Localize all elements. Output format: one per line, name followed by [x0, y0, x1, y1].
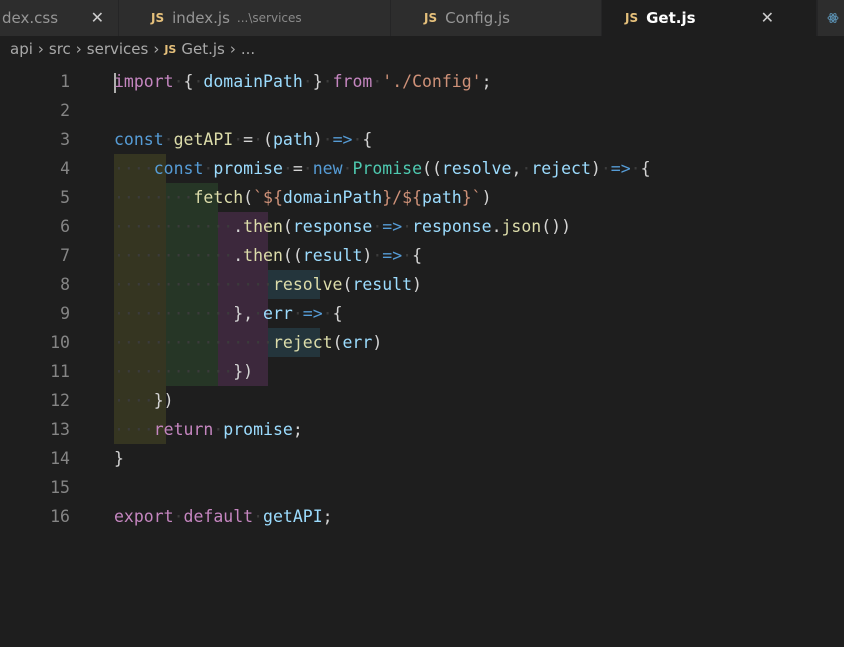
- react-icon: [827, 13, 839, 23]
- code-line: 1 import·{·domainPath·}·from·'./Config';: [0, 67, 844, 96]
- code-line: 3 const·getAPI·=·(path)·=>·{: [0, 125, 844, 154]
- tab-label: index.js: [172, 9, 230, 27]
- breadcrumb-item-file[interactable]: Get.js: [181, 40, 224, 58]
- chevron-right-icon: ›: [153, 40, 160, 58]
- line-number: 11: [50, 362, 70, 381]
- code-line: 6 ············.then(response·=>·response…: [0, 212, 844, 241]
- code-text: ················reject(err): [114, 333, 383, 352]
- code-text: ················resolve(result): [114, 275, 422, 294]
- code-line: 7 ············.then((result)·=>·{: [0, 241, 844, 270]
- breadcrumb: api › src › services › JS Get.js › ...: [0, 36, 844, 62]
- code-line: 10 ················reject(err): [0, 328, 844, 357]
- code-line: 12 ····}): [0, 386, 844, 415]
- chevron-right-icon: ›: [75, 40, 82, 58]
- code-text: import·{·domainPath·}·from·'./Config';: [114, 72, 492, 93]
- code-line: 2: [0, 96, 844, 125]
- code-line: 9 ············},·err·=>·{: [0, 299, 844, 328]
- close-icon[interactable]: ✕: [91, 8, 104, 27]
- code-line: 8 ················resolve(result): [0, 270, 844, 299]
- code-text: ············.then(response·=>·response.j…: [114, 217, 572, 236]
- code-text: ············}): [114, 362, 254, 381]
- code-text: ····return·promise;: [114, 420, 303, 439]
- js-icon: JS: [424, 11, 438, 25]
- code-text: }: [114, 449, 124, 468]
- line-number: 14: [50, 449, 70, 468]
- tab-label: Get.js: [646, 9, 696, 27]
- line-number: 7: [60, 246, 70, 265]
- code-text: const·getAPI·=·(path)·=>·{: [114, 130, 373, 149]
- tab-next-partial[interactable]: [818, 0, 844, 36]
- code-text: ············.then((result)·=>·{: [114, 246, 423, 265]
- js-icon: JS: [164, 42, 177, 56]
- line-number: 13: [50, 420, 70, 439]
- tab-index-js[interactable]: JS index.js ...\services: [119, 0, 390, 36]
- tab-bar: dex.css ✕ JS index.js ...\services JS Co…: [0, 0, 844, 36]
- js-icon: JS: [625, 11, 639, 25]
- code-text: export·default·getAPI;: [114, 507, 333, 526]
- breadcrumb-item-src[interactable]: src: [49, 40, 71, 58]
- breadcrumb-item-services[interactable]: services: [87, 40, 149, 58]
- code-line: 15: [0, 473, 844, 502]
- breadcrumb-item-symbols[interactable]: ...: [241, 40, 255, 58]
- tab-label: dex.css: [2, 9, 59, 27]
- code-text: ········fetch(`${domainPath}/${path}`): [114, 188, 492, 207]
- js-icon: JS: [151, 11, 165, 25]
- code-line: 16 export·default·getAPI;: [0, 502, 844, 531]
- code-line: 14 }: [0, 444, 844, 473]
- tab-index-css[interactable]: dex.css ✕: [0, 0, 118, 36]
- tab-get-js[interactable]: JS Get.js ✕: [602, 0, 816, 36]
- line-number: 3: [60, 130, 70, 149]
- chevron-right-icon: ›: [37, 40, 44, 58]
- tab-label: Config.js: [445, 9, 510, 27]
- code-text: ····const·promise·=·new·Promise((resolve…: [114, 159, 651, 178]
- code-line: 11 ············}): [0, 357, 844, 386]
- line-number: 6: [60, 217, 70, 236]
- code-editor[interactable]: 1 import·{·domainPath·}·from·'./Config';…: [0, 67, 844, 627]
- chevron-right-icon: ›: [229, 40, 236, 58]
- line-number: 10: [50, 333, 70, 352]
- code-line: 13 ····return·promise;: [0, 415, 844, 444]
- line-number: 1: [60, 72, 70, 91]
- close-icon[interactable]: ✕: [761, 8, 774, 27]
- line-number: 4: [60, 159, 70, 178]
- line-number: 12: [50, 391, 70, 410]
- line-number: 16: [50, 507, 70, 526]
- tab-config-js[interactable]: JS Config.js: [391, 0, 601, 36]
- code-text: ····}): [114, 391, 174, 410]
- code-text: ············},·err·=>·{: [114, 304, 343, 323]
- tab-description: ...\services: [236, 11, 302, 25]
- line-number: 8: [60, 275, 70, 294]
- line-number: 9: [60, 304, 70, 323]
- line-number: 5: [60, 188, 70, 207]
- code-line: 4 ····const·promise·=·new·Promise((resol…: [0, 154, 844, 183]
- line-number: 2: [60, 101, 70, 120]
- code-line: 5 ········fetch(`${domainPath}/${path}`): [0, 183, 844, 212]
- breadcrumb-item-api[interactable]: api: [10, 40, 33, 58]
- line-number: 15: [50, 478, 70, 497]
